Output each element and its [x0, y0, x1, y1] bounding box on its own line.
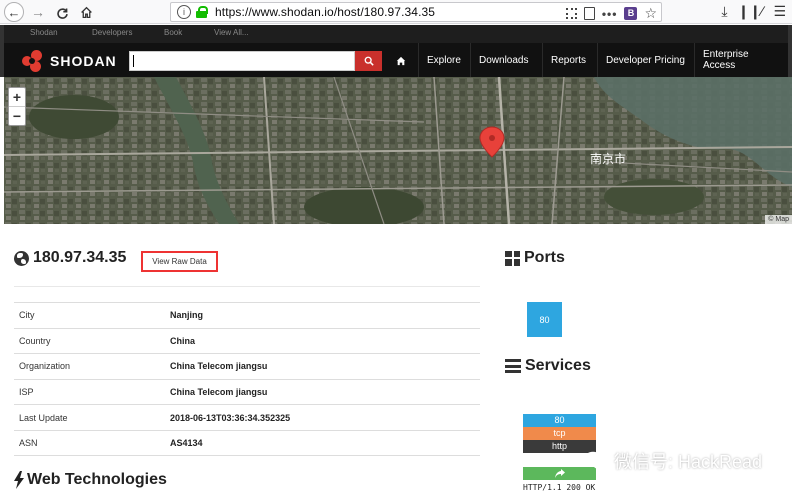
- topbar-link-developers[interactable]: Developers: [92, 28, 132, 37]
- star-icon[interactable]: ☆: [644, 5, 657, 22]
- arrow-left-icon: ←: [7, 4, 21, 20]
- list-icon: [505, 359, 521, 373]
- table-row: Organization China Telecom jiangsu: [14, 353, 480, 379]
- topbar-link-view-all[interactable]: View All...: [214, 28, 249, 37]
- arrow-right-icon: →: [31, 4, 45, 20]
- host-title: 180.97.34.35: [14, 249, 126, 267]
- host-ip: 180.97.34.35: [33, 249, 127, 266]
- services-title: Services: [525, 357, 591, 374]
- satellite-map-image: 南京市: [4, 77, 792, 224]
- reader-view-icon[interactable]: [583, 7, 595, 20]
- library-icon[interactable]: ❙❙∕: [738, 3, 764, 20]
- row-key: Last Update: [19, 412, 68, 423]
- home-icon: [80, 6, 92, 18]
- address-bar[interactable]: i https://www.shodan.io/host/180.97.34.3…: [170, 2, 662, 22]
- bolt-icon: [14, 471, 24, 489]
- row-key: Organization: [19, 361, 71, 372]
- table-row: Last Update 2018-06-13T03:36:34.352325: [14, 404, 480, 430]
- menu-enterprise-access[interactable]: Enterprise Access: [694, 43, 788, 77]
- menu-explore[interactable]: Explore: [418, 43, 469, 77]
- search-icon: [364, 56, 374, 66]
- home-link[interactable]: [388, 51, 414, 71]
- ports-title: Ports: [524, 249, 565, 266]
- table-row: City Nanjing: [14, 302, 480, 328]
- wechat-watermark: 微信号: HackRead: [584, 448, 762, 474]
- home-icon: [396, 56, 406, 66]
- table-row: Country China: [14, 327, 480, 354]
- divider: [14, 286, 480, 287]
- row-key: ISP: [19, 387, 34, 398]
- logo-text: SHODAN: [50, 53, 117, 69]
- reload-button[interactable]: [52, 2, 72, 22]
- lock-icon: [196, 6, 208, 18]
- back-button[interactable]: ←: [4, 2, 24, 22]
- map-attribution[interactable]: © Map: [765, 215, 792, 224]
- location-map[interactable]: 南京市 © Map: [4, 77, 792, 224]
- info-icon[interactable]: i: [177, 5, 191, 19]
- table-row: ISP China Telecom jiangsu: [14, 378, 480, 405]
- row-value: AS4134: [170, 437, 203, 448]
- browser-toolbar: ← → i https://www.shodan.io/host/180.97.…: [0, 0, 792, 24]
- download-icon[interactable]: ⤓: [721, 3, 727, 20]
- zoom-in-button[interactable]: +: [9, 88, 25, 107]
- row-key: ASN: [19, 437, 38, 448]
- map-zoom-control: + −: [8, 87, 26, 126]
- table-row: ASN AS4134: [14, 429, 480, 456]
- row-value: Nanjing: [170, 310, 203, 321]
- share-icon: [554, 469, 565, 478]
- bookmark-extension-icon[interactable]: B: [624, 7, 638, 20]
- shodan-logo-icon: [22, 50, 44, 72]
- shodan-header: SHODAN Explore Downloads Reports Develop…: [0, 43, 792, 77]
- row-value: China: [170, 335, 196, 346]
- qr-code-icon[interactable]: [565, 8, 577, 19]
- forward-button[interactable]: →: [28, 2, 48, 22]
- host-details-table: City Nanjing Country China Organization Chi…: [14, 302, 480, 456]
- home-button[interactable]: [76, 2, 96, 22]
- menu-icon[interactable]: ☰: [773, 3, 786, 20]
- service-port: 80: [523, 414, 596, 427]
- url-text[interactable]: https://www.shodan.io/host/180.97.34.35: [215, 5, 435, 19]
- menu-downloads[interactable]: Downloads: [470, 43, 536, 77]
- port-badge[interactable]: 80: [527, 302, 562, 337]
- web-technologies-heading: Web Technologies: [14, 471, 167, 489]
- menu-developer-pricing[interactable]: Developer Pricing: [597, 43, 693, 77]
- more-actions-icon[interactable]: •••: [602, 7, 618, 21]
- row-value: 2018-06-13T03:36:34.352325: [170, 412, 291, 423]
- zoom-out-button[interactable]: −: [9, 107, 25, 126]
- view-raw-data-button[interactable]: View Raw Data: [141, 251, 218, 272]
- shodan-logo[interactable]: SHODAN: [22, 50, 117, 72]
- row-key: Country: [19, 335, 51, 346]
- topbar-link-shodan[interactable]: Shodan: [30, 28, 58, 37]
- search-button[interactable]: [355, 51, 382, 71]
- shodan-topbar: Shodan Developers Book View All...: [0, 25, 792, 43]
- wechat-icon: [584, 451, 608, 470]
- search-input[interactable]: [129, 51, 355, 71]
- services-heading: Services: [505, 357, 591, 375]
- map-city-label: 南京市: [590, 151, 626, 166]
- reload-icon: [56, 7, 68, 19]
- ports-heading: Ports: [505, 249, 565, 267]
- web-technologies-title: Web Technologies: [27, 471, 167, 488]
- row-value: China Telecom jiangsu: [170, 361, 268, 372]
- row-key: City: [19, 310, 35, 321]
- menu-reports[interactable]: Reports: [542, 43, 594, 77]
- watermark-text: 微信号: HackRead: [614, 452, 763, 472]
- text-caret: [133, 55, 134, 67]
- grid-icon: [505, 250, 520, 266]
- service-protocol: tcp: [523, 427, 596, 440]
- topbar-link-book[interactable]: Book: [164, 28, 182, 37]
- row-value: China Telecom jiangsu: [170, 387, 268, 398]
- http-response-line: HTTP/1.1 200 OK: [523, 483, 596, 492]
- globe-icon: [14, 250, 29, 266]
